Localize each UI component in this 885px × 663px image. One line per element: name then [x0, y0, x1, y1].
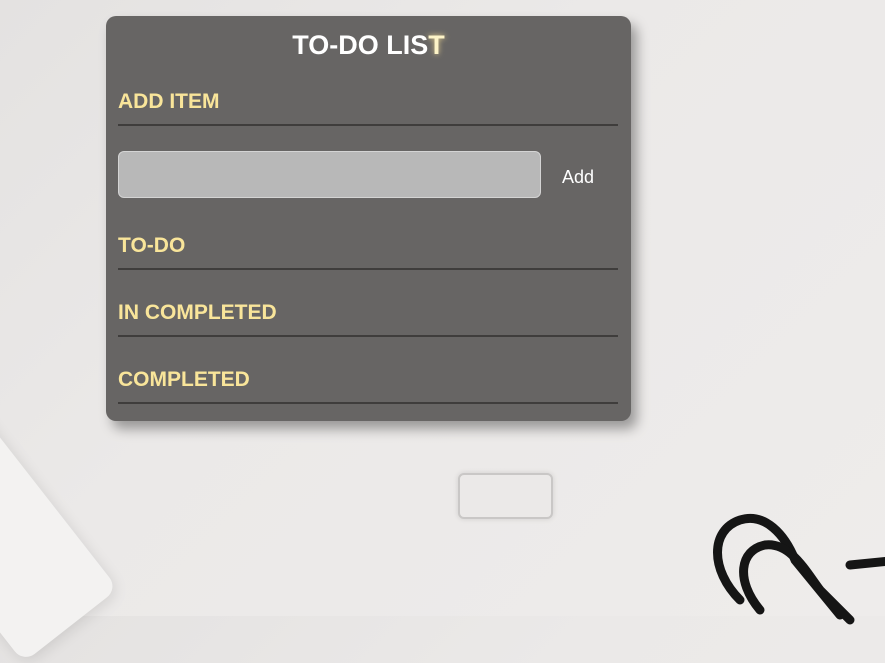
- title-text-highlight: T: [428, 30, 445, 60]
- section-heading-todo: TO-DO: [118, 234, 618, 270]
- background-laptop-decoration: [0, 407, 119, 663]
- new-item-input[interactable]: [118, 151, 541, 198]
- section-heading-completed: COMPLETED: [118, 368, 618, 404]
- todo-card: TO-DO LIST ADD ITEM Add TO-DO IN COMPLET…: [106, 16, 631, 421]
- page-title: TO-DO LIST: [106, 30, 631, 61]
- title-text: TO-DO LIS: [292, 30, 429, 60]
- section-heading-add-item: ADD ITEM: [118, 90, 618, 126]
- empty-button[interactable]: [458, 473, 553, 519]
- add-button[interactable]: Add: [556, 166, 600, 189]
- section-heading-in-completed: IN COMPLETED: [118, 301, 618, 337]
- background-binder-clip-icon: [713, 514, 885, 625]
